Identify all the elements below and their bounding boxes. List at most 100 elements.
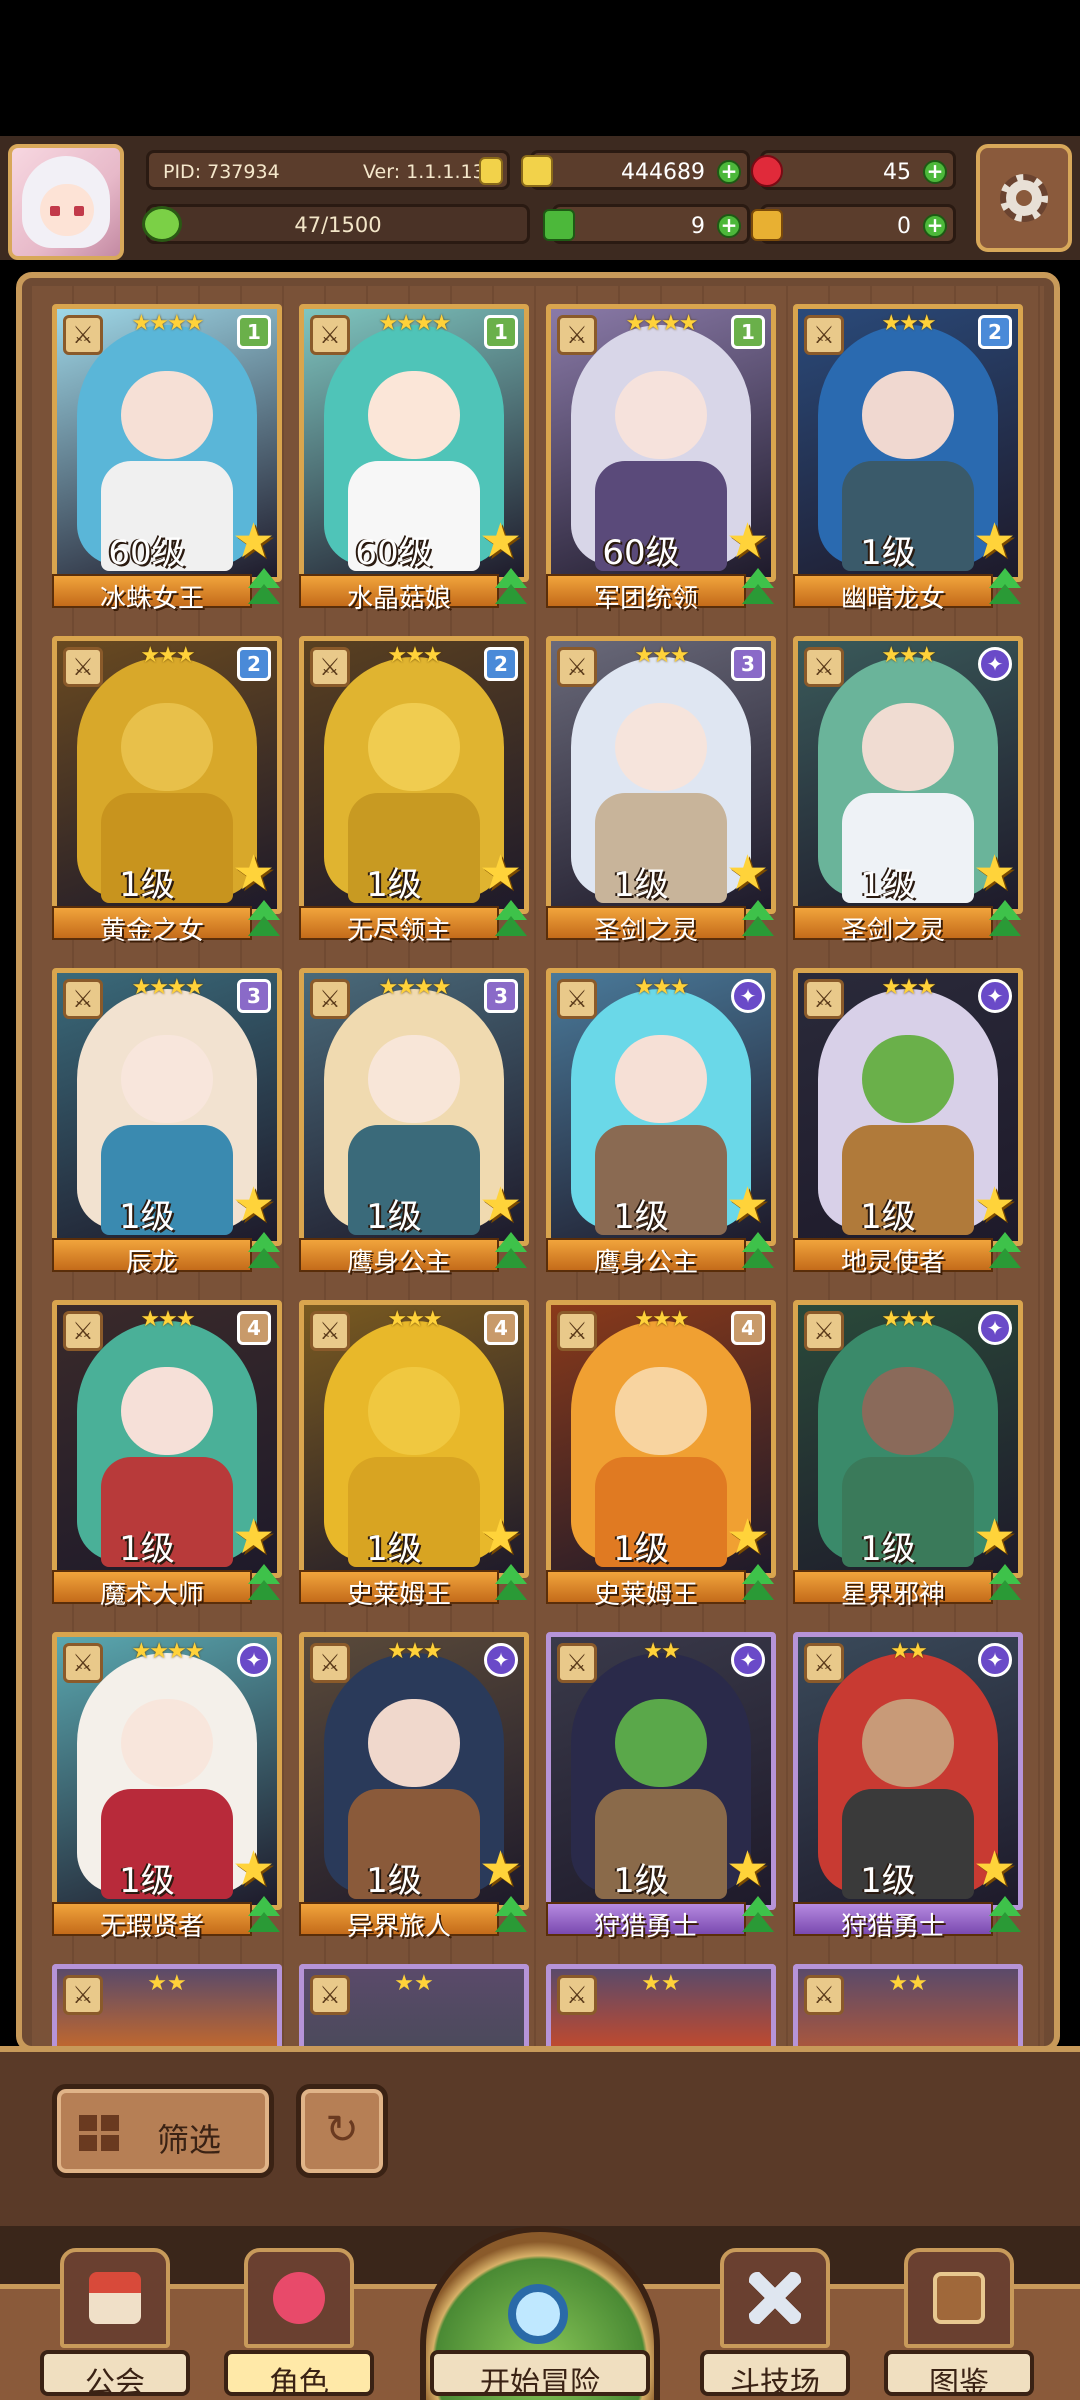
portrait-face <box>615 1699 707 1787</box>
character-card[interactable]: ⚔ ★★★ 2 1级 ★ 黄金之女 <box>52 636 282 946</box>
upgrade-arrow-icon[interactable] <box>987 1232 1023 1272</box>
key-value: 0 <box>897 214 911 239</box>
nav-codex-label: 图鉴 <box>929 2366 989 2400</box>
filter-button[interactable]: 筛选 <box>52 2084 274 2178</box>
upgrade-arrow-icon[interactable] <box>740 1896 776 1936</box>
character-card[interactable]: ⚔ ★★★ 4 1级 ★ 史莱姆王 <box>546 1300 776 1610</box>
upgrade-arrow-icon[interactable] <box>493 1564 529 1604</box>
upgrade-arrow-icon[interactable] <box>246 900 282 940</box>
rarity-stars: ★★ <box>147 1971 187 1996</box>
character-name-bar: 圣剑之灵 <box>546 906 746 946</box>
character-level: 1级 <box>860 533 916 573</box>
rank-badge: 2 <box>484 647 518 681</box>
character-card[interactable]: ⚔ ★★★ 4 1级 ★ 史莱姆王 <box>299 1300 529 1610</box>
rank-badge: 3 <box>237 979 271 1013</box>
gem-counter: 45 + <box>751 150 956 190</box>
upgrade-arrow-icon[interactable] <box>987 900 1023 940</box>
star-up-icon: ★ <box>725 845 769 901</box>
character-card[interactable]: ⚔ ★★★ ✦ 1级 ★ 星界邪神 <box>793 1300 1023 1610</box>
nav-arena[interactable]: 斗技场 <box>700 2248 850 2400</box>
character-card-partial[interactable]: ⚔ ★★ <box>52 1964 282 2046</box>
add-key-button[interactable]: + <box>923 214 947 238</box>
upgrade-arrow-icon[interactable] <box>246 1232 282 1272</box>
character-card-partial[interactable]: ⚔ ★★ <box>793 1964 1023 2046</box>
rank-badge-icon: ✦ <box>731 979 765 1013</box>
refresh-icon: ↻ <box>325 2107 359 2153</box>
adventure-label-box: 开始冒险 <box>430 2350 650 2400</box>
character-card[interactable]: ⚔ ★★★ ✦ 1级 ★ 圣剑之灵 <box>793 636 1023 946</box>
character-card[interactable]: ⚔ ★★★★ 1 60级 ★ 军团统领 <box>546 304 776 614</box>
character-card[interactable]: ⚔ ★★★ 2 1级 ★ 幽暗龙女 <box>793 304 1023 614</box>
character-card-partial[interactable]: ⚔ ★★ <box>546 1964 776 2046</box>
character-card[interactable]: ⚔ ★★ ✦ 1级 ★ 狩猎勇士 <box>793 1632 1023 1942</box>
nav-guild[interactable]: 公会 <box>40 2248 190 2400</box>
upgrade-arrow-icon[interactable] <box>740 1232 776 1272</box>
character-card[interactable]: ⚔ ★★★ 4 1级 ★ 魔术大师 <box>52 1300 282 1610</box>
character-card[interactable]: ⚔ ★★★★ ✦ 1级 ★ 无瑕贤者 <box>52 1632 282 1942</box>
character-name-bar: 狩猎勇士 <box>793 1902 993 1942</box>
card-frame: ⚔ ★★★ 3 1级 ★ <box>546 636 776 914</box>
character-level: 1级 <box>613 865 669 905</box>
rank-badge-icon: ✦ <box>237 1643 271 1677</box>
character-name-bar: 鹰身公主 <box>546 1238 746 1278</box>
portrait-face <box>615 371 707 459</box>
character-grid[interactable]: ⚔ ★★★★ 1 60级 ★ 冰蛛女王 ⚔ ★★★★ 1 60级 ★ 水晶菇娘 ⚔ ★★★★ 1 60级 ★ 军团… <box>32 286 1044 2046</box>
character-card[interactable]: ⚔ ★★★★ 1 60级 ★ 冰蛛女王 <box>52 304 282 614</box>
portrait-face <box>368 371 460 459</box>
card-frame: ⚔ ★★★ 2 1级 ★ <box>52 636 282 914</box>
character-name: 圣剑之灵 <box>840 916 945 946</box>
upgrade-arrow-icon[interactable] <box>740 1564 776 1604</box>
upgrade-arrow-icon[interactable] <box>246 1564 282 1604</box>
card-frame: ⚔ ★★★★ 1 60级 ★ <box>546 304 776 582</box>
upgrade-arrow-icon[interactable] <box>987 568 1023 608</box>
portrait-face <box>862 1367 954 1455</box>
character-card[interactable]: ⚔ ★★★ ✦ 1级 ★ 地灵使者 <box>793 968 1023 1278</box>
start-adventure-button[interactable]: 开始冒险 <box>420 2226 660 2400</box>
character-name-bar: 冰蛛女王 <box>52 574 252 614</box>
character-name: 无尽领主 <box>346 916 451 946</box>
character-icon <box>244 2248 354 2348</box>
upgrade-arrow-icon[interactable] <box>246 1896 282 1936</box>
character-card[interactable]: ⚔ ★★ ✦ 1级 ★ 狩猎勇士 <box>546 1632 776 1942</box>
upgrade-arrow-icon[interactable] <box>493 1232 529 1272</box>
nav-arena-label-box: 斗技场 <box>700 2350 850 2400</box>
character-card[interactable]: ⚔ ★★★★ 1 60级 ★ 水晶菇娘 <box>299 304 529 614</box>
bottom-nav: 公会 角色 开始冒险 斗技场 图鉴 <box>0 2226 1080 2400</box>
upgrade-arrow-icon[interactable] <box>493 568 529 608</box>
nav-codex[interactable]: 图鉴 <box>884 2248 1034 2400</box>
upgrade-arrow-icon[interactable] <box>740 568 776 608</box>
upgrade-arrow-icon[interactable] <box>246 568 282 608</box>
upgrade-arrow-icon[interactable] <box>987 1896 1023 1936</box>
character-card[interactable]: ⚔ ★★★ ✦ 1级 ★ 异界旅人 <box>299 1632 529 1942</box>
character-card[interactable]: ⚔ ★★★ ✦ 1级 ★ 鹰身公主 <box>546 968 776 1278</box>
upgrade-arrow-icon[interactable] <box>987 1564 1023 1604</box>
card-frame: ⚔ ★★★★ 3 1级 ★ <box>299 968 529 1246</box>
gold-counter: 444689 + <box>521 150 750 190</box>
avatar-eye <box>74 206 84 216</box>
character-card-partial[interactable]: ⚔ ★★ <box>299 1964 529 2046</box>
player-avatar[interactable] <box>8 144 124 260</box>
character-card[interactable]: ⚔ ★★★ 2 1级 ★ 无尽领主 <box>299 636 529 946</box>
character-name-bar: 水晶菇娘 <box>299 574 499 614</box>
nav-character[interactable]: 角色 <box>224 2248 374 2400</box>
add-gold-button[interactable]: + <box>717 160 741 184</box>
star-up-icon: ★ <box>478 1841 522 1897</box>
upgrade-arrow-icon[interactable] <box>493 1896 529 1936</box>
character-card[interactable]: ⚔ ★★★★ 3 1级 ★ 辰龙 <box>52 968 282 1278</box>
settings-button[interactable] <box>976 144 1072 252</box>
character-name: 史莱姆王 <box>346 1580 451 1610</box>
add-gem-button[interactable]: + <box>923 160 947 184</box>
star-up-icon: ★ <box>725 1841 769 1897</box>
character-name-bar: 史莱姆王 <box>546 1570 746 1610</box>
card-frame: ⚔ ★★ ✦ 1级 ★ <box>546 1632 776 1910</box>
add-clover-button[interactable]: + <box>717 214 741 238</box>
portrait-face <box>121 1699 213 1787</box>
reset-button[interactable]: ↻ <box>296 2084 388 2178</box>
upgrade-arrow-icon[interactable] <box>493 900 529 940</box>
character-card[interactable]: ⚔ ★★★ 3 1级 ★ 圣剑之灵 <box>546 636 776 946</box>
gold-icon <box>521 155 553 187</box>
character-level: 60级 <box>108 533 186 573</box>
upgrade-arrow-icon[interactable] <box>740 900 776 940</box>
character-level: 1级 <box>860 865 916 905</box>
character-card[interactable]: ⚔ ★★★★ 3 1级 ★ 鹰身公主 <box>299 968 529 1278</box>
